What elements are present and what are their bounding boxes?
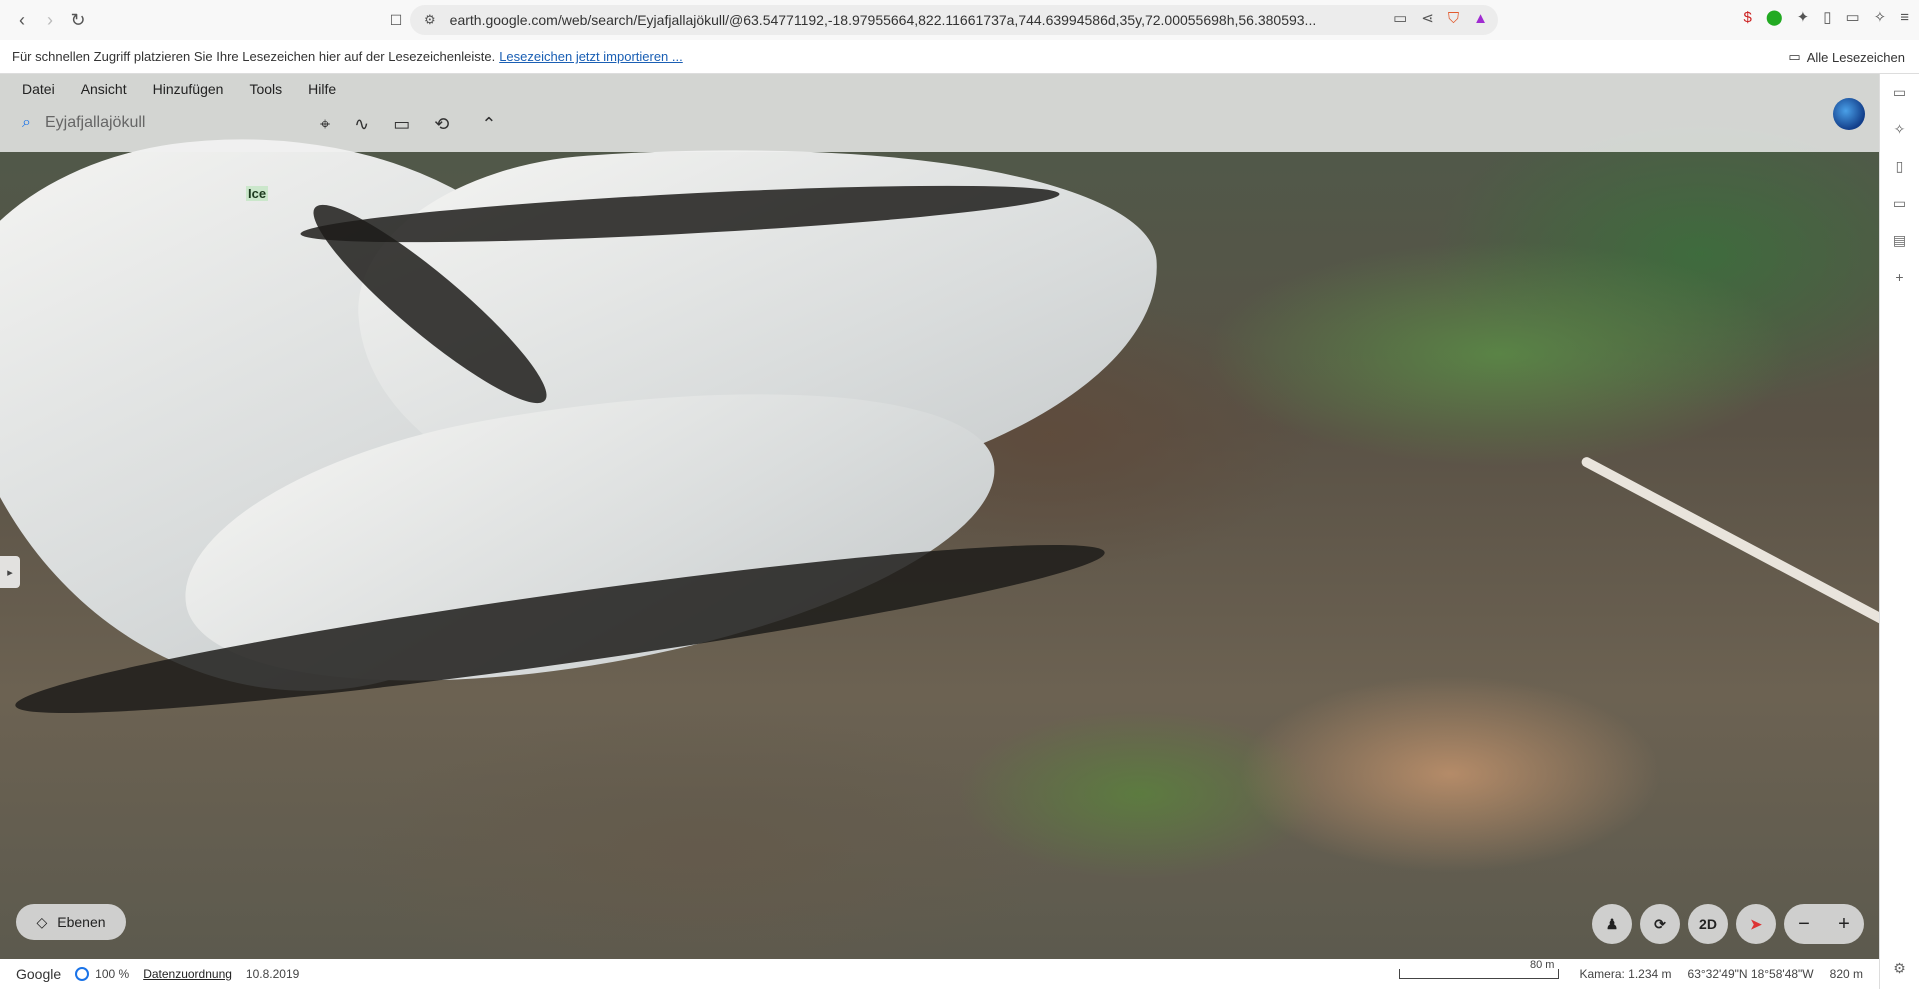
menu-datei[interactable]: Datei [22, 81, 55, 97]
cursor-coordinates: 63°32'49"N 18°58'48"W [1687, 967, 1814, 981]
chevron-up-icon[interactable]: ⌃ [481, 114, 496, 135]
site-settings-icon[interactable]: ⚙ [424, 12, 436, 28]
historical-imagery-icon[interactable]: ⟲ [434, 114, 449, 135]
extension-icon-1[interactable]: $ [1743, 9, 1751, 26]
tool-buttons: ⌖ ∿ ▭ ⟲ ⌃ [320, 114, 496, 135]
playlist-panel-icon[interactable]: ▭ [1893, 195, 1906, 212]
address-bar[interactable]: ⚙ earth.google.com/web/search/Eyjafjalla… [410, 5, 1498, 35]
cursor-elevation: 820 m [1829, 967, 1863, 981]
url-text[interactable]: earth.google.com/web/search/Eyjafjallajö… [450, 12, 1340, 28]
scale-label: 80 m [1530, 959, 1555, 971]
layers-button[interactable]: ◇ Ebenen [16, 904, 126, 940]
camera-altitude: Kamera: 1.234 m [1579, 967, 1672, 981]
wallet-icon[interactable]: ▭ [1845, 8, 1859, 26]
leo-icon[interactable]: ✧ [1874, 8, 1887, 26]
search-icon[interactable]: ⌕ [22, 114, 31, 132]
imagery-date: 10.8.2019 [245, 967, 300, 981]
share-icon[interactable]: ⋖ [1421, 9, 1434, 27]
path-icon[interactable]: ∿ [354, 114, 369, 135]
layers-label: Ebenen [57, 914, 106, 930]
extensions-icon[interactable]: ✦ [1797, 8, 1810, 26]
menu-hilfe[interactable]: Hilfe [308, 81, 336, 97]
snow-streak [1579, 455, 1879, 643]
compass-icon[interactable]: ➤ [1736, 904, 1776, 944]
all-bookmarks-label: Alle Lesezeichen [1806, 49, 1905, 65]
bookmark-hint: Für schnellen Zugriff platzieren Sie Ihr… [12, 49, 496, 64]
expand-panel-icon[interactable]: ▸ [0, 556, 20, 588]
toggle-2d-button[interactable]: 2D [1688, 904, 1728, 944]
menu-icon[interactable]: ≡ [1900, 9, 1909, 26]
placemark-icon[interactable]: ⌖ [320, 114, 330, 135]
earth-3d-view[interactable]: Ice [0, 74, 1879, 959]
menu-tools[interactable]: Tools [249, 81, 282, 97]
wallet-panel-icon[interactable]: ▭ [1893, 84, 1906, 101]
map-label-ice[interactable]: Ice [246, 186, 269, 201]
forward-icon[interactable]: › [36, 6, 64, 34]
cast-icon[interactable]: ▭ [1393, 9, 1407, 27]
all-bookmarks-button[interactable]: ▭ Alle Lesezeichen [1788, 49, 1905, 65]
folder-icon: ▭ [1788, 49, 1801, 64]
browser-toolbar: ‹ › ↻ ☐ ⚙ earth.google.com/web/search/Ey… [0, 0, 1919, 40]
scale-bar: 80 m [1399, 959, 1560, 979]
reload-icon[interactable]: ↻ [64, 6, 92, 34]
data-attribution-link[interactable]: Datenzuordnung [143, 967, 232, 981]
leo-panel-icon[interactable]: ✧ [1894, 121, 1906, 138]
reading-list-panel-icon[interactable]: ▤ [1893, 232, 1906, 249]
menu-ansicht[interactable]: Ansicht [81, 81, 127, 97]
reset-tilt-icon[interactable]: ⟳ [1640, 904, 1680, 944]
ruler-icon[interactable]: ▭ [393, 114, 410, 135]
back-icon[interactable]: ‹ [8, 6, 36, 34]
zoom-in-icon[interactable]: + [1838, 913, 1850, 936]
zoom-control: − + [1784, 904, 1864, 944]
search-input[interactable]: Eyjafjallajökull [45, 114, 146, 132]
settings-icon[interactable]: ⚙ [1893, 960, 1906, 977]
right-side-panel: ▭ ✧ ▯ ▭ ▤ + ⚙ [1879, 74, 1919, 989]
add-panel-icon[interactable]: + [1895, 269, 1903, 285]
loading-indicator-icon [75, 967, 90, 981]
status-bar: Google 100 % Datenzuordnung 10.8.2019 80… [0, 959, 1879, 989]
extension-icon-2[interactable]: ⬤ [1766, 8, 1783, 26]
bookmark-icon[interactable]: ☐ [382, 6, 410, 34]
sidebar-icon[interactable]: ▯ [1823, 8, 1831, 26]
google-logo: Google [16, 966, 62, 982]
load-percent: 100 % [95, 967, 130, 981]
map-controls: ♟ ⟳ 2D ➤ − + [1592, 904, 1864, 944]
zoom-out-icon[interactable]: − [1798, 913, 1810, 936]
account-avatar[interactable] [1833, 98, 1865, 130]
menu-hinzufuegen[interactable]: Hinzufügen [153, 81, 224, 97]
pegman-icon[interactable]: ♟ [1592, 904, 1632, 944]
menu-bar: Datei Ansicht Hinzufügen Tools Hilfe [22, 81, 336, 97]
import-bookmarks-link[interactable]: Lesezeichen jetzt importieren ... [499, 49, 683, 64]
brave-rewards-icon[interactable]: ▲ [1473, 10, 1488, 27]
layers-icon: ◇ [36, 913, 48, 930]
brave-shield-icon[interactable]: ⛉ [1448, 10, 1459, 27]
earth-header: Datei Ansicht Hinzufügen Tools Hilfe ⌕ E… [0, 74, 1879, 152]
bookmarks-panel-icon[interactable]: ▯ [1896, 158, 1904, 175]
bookmark-bar: Für schnellen Zugriff platzieren Sie Ihr… [0, 40, 1919, 74]
search-box[interactable]: ⌕ Eyjafjallajökull [22, 114, 145, 132]
